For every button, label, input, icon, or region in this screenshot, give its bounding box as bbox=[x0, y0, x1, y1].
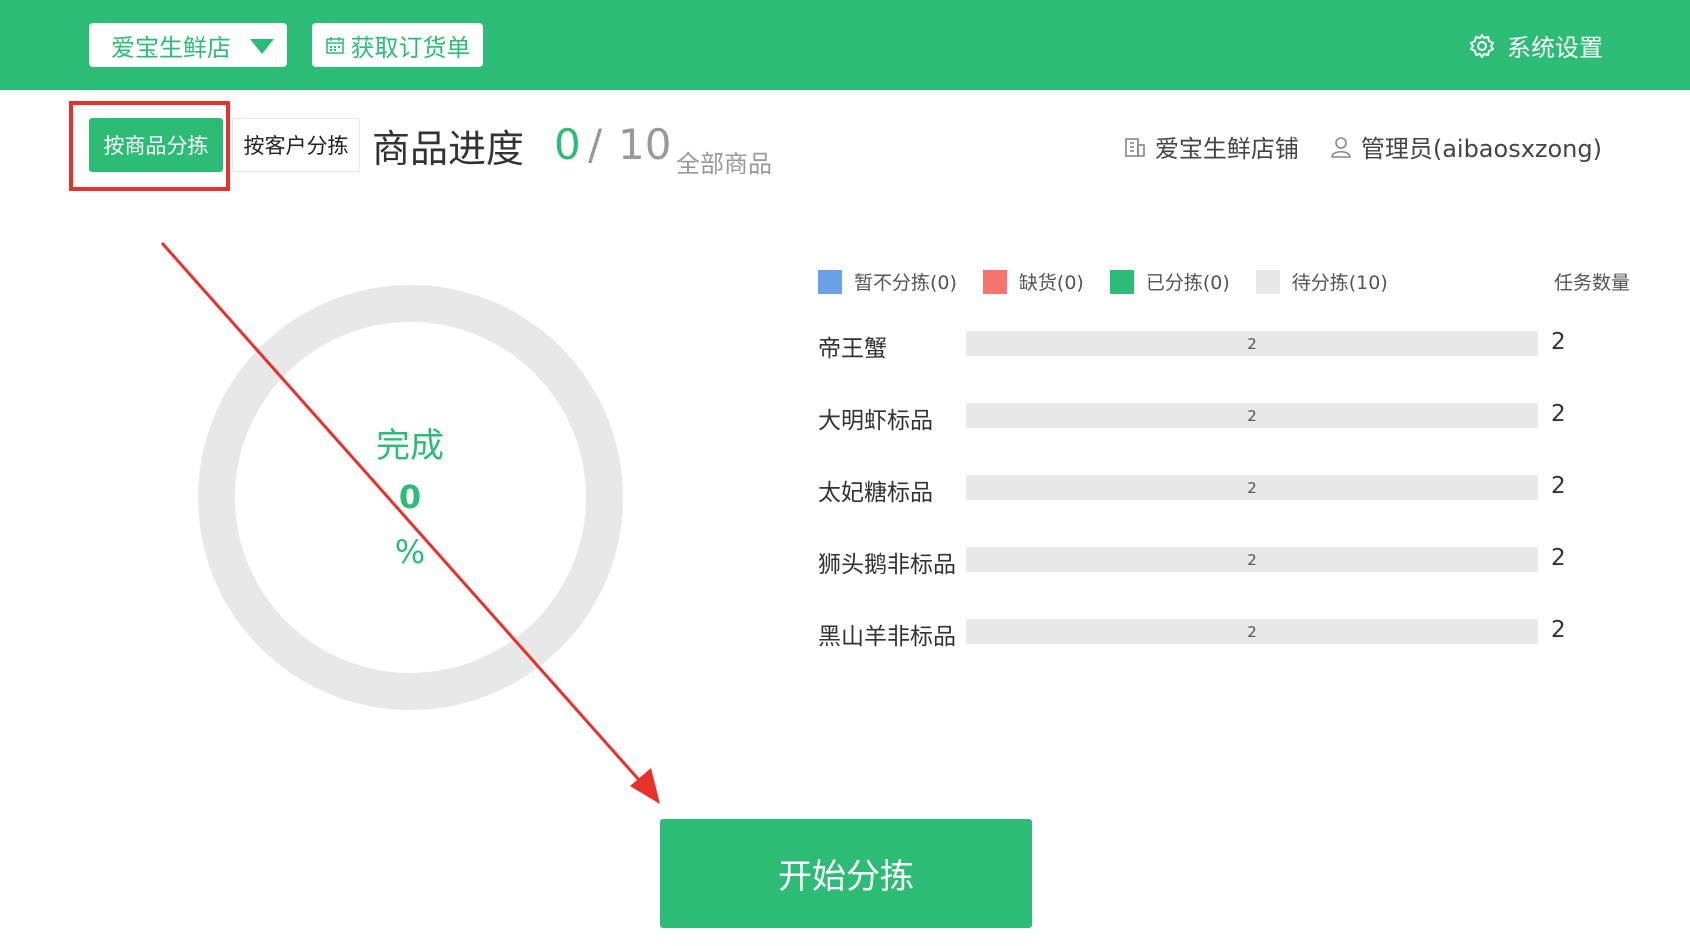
settings-label: 系统设置 bbox=[1507, 34, 1603, 62]
goods-task-count: 2 bbox=[1551, 617, 1566, 643]
gear-icon bbox=[1470, 33, 1494, 58]
goods-name: 黑山羊非标品 bbox=[818, 624, 956, 650]
progress-scope-label: 全部商品 bbox=[676, 150, 772, 178]
status-legend: 暂不分拣(0) 缺货(0) 已分拣(0) 待分拣(10) bbox=[818, 268, 1414, 295]
goods-progress-bar: 2 bbox=[966, 619, 1538, 644]
goods-progress-bar: 2 bbox=[966, 403, 1538, 428]
tab-sort-by-customer[interactable]: 按客户分拣 bbox=[232, 118, 360, 172]
dropdown-caret-icon bbox=[250, 39, 274, 54]
task-count-header: 任务数量 bbox=[1554, 272, 1631, 294]
legend-swatch-pending bbox=[1255, 269, 1280, 294]
legend-item-sorted: 已分拣(0) bbox=[1109, 268, 1230, 295]
top-bar: 爱宝生鲜店 获取订货单 系统设置 bbox=[0, 0, 1690, 90]
fetch-orders-label: 获取订货单 bbox=[350, 33, 471, 62]
shop-name: 爱宝生鲜店铺 bbox=[1154, 135, 1299, 163]
goods-row: 黑山羊非标品 2 2 bbox=[818, 611, 1578, 651]
legend-swatch-shortage bbox=[982, 269, 1007, 294]
goods-task-count: 2 bbox=[1551, 329, 1566, 355]
goods-name: 大明虾标品 bbox=[818, 408, 933, 434]
progress-title: 商品进度 bbox=[372, 127, 525, 171]
store-name: 爱宝生鲜店 bbox=[111, 33, 231, 62]
goods-row: 狮头鹅非标品 2 2 bbox=[818, 539, 1578, 579]
goods-progress-bar: 2 bbox=[966, 475, 1538, 500]
goods-name: 帝王蟹 bbox=[818, 336, 887, 362]
progress-total-count: 10 bbox=[618, 120, 672, 169]
settings-button[interactable]: 系统设置 bbox=[1469, 28, 1603, 63]
legend-swatch-sorted bbox=[1109, 269, 1134, 294]
goods-task-count: 2 bbox=[1551, 401, 1566, 427]
goods-row: 帝王蟹 2 2 bbox=[818, 323, 1578, 363]
progress-done-count: 0 bbox=[554, 120, 581, 169]
legend-swatch-skip bbox=[818, 269, 842, 294]
goods-row: 大明虾标品 2 2 bbox=[818, 395, 1578, 435]
goods-task-count: 2 bbox=[1551, 473, 1566, 499]
goods-progress-bar: 2 bbox=[966, 331, 1538, 356]
annotation-highlight-box bbox=[69, 101, 230, 191]
legend-label-pending: 待分拣(10) bbox=[1291, 272, 1388, 294]
building-icon bbox=[1125, 137, 1145, 157]
goods-name: 狮头鹅非标品 bbox=[818, 552, 956, 578]
goods-name: 太妃糖标品 bbox=[818, 480, 933, 506]
legend-label-skip: 暂不分拣(0) bbox=[854, 272, 957, 294]
goods-task-count: 2 bbox=[1551, 545, 1566, 571]
goods-progress-bar: 2 bbox=[966, 547, 1538, 572]
start-sorting-button[interactable]: 开始分拣 bbox=[660, 819, 1032, 928]
store-dropdown[interactable]: 爱宝生鲜店 bbox=[89, 23, 287, 67]
user-name: 管理员(aibaosxzong) bbox=[1360, 135, 1602, 163]
completion-percent-sign: % bbox=[394, 533, 426, 571]
calendar-icon bbox=[325, 37, 344, 54]
legend-label-sorted: 已分拣(0) bbox=[1145, 272, 1230, 294]
legend-item-skip: 暂不分拣(0) bbox=[818, 268, 957, 295]
legend-item-shortage: 缺货(0) bbox=[982, 268, 1084, 295]
completion-percent-value: 0 bbox=[398, 478, 422, 516]
user-icon bbox=[1331, 136, 1351, 158]
progress-separator: / bbox=[588, 120, 603, 169]
shop-user-info: 爱宝生鲜店铺 管理员(aibaosxzong) bbox=[1123, 129, 1602, 164]
fetch-orders-button[interactable]: 获取订货单 bbox=[312, 23, 483, 67]
legend-item-pending: 待分拣(10) bbox=[1255, 268, 1388, 295]
legend-label-shortage: 缺货(0) bbox=[1018, 272, 1084, 294]
completion-label: 完成 bbox=[376, 426, 444, 466]
goods-row: 太妃糖标品 2 2 bbox=[818, 467, 1578, 507]
